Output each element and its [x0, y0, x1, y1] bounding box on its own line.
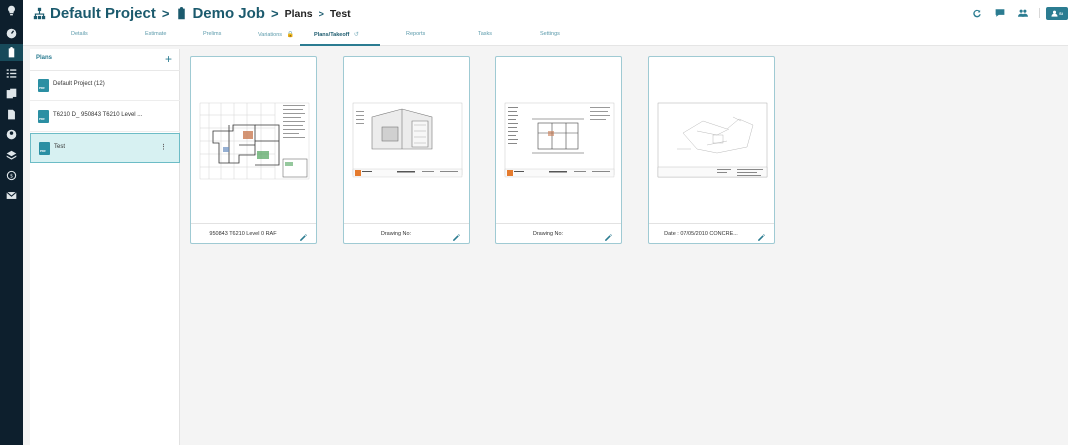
tab-estimate[interactable]: Estimate [145, 31, 166, 37]
header-actions: Si [970, 6, 1068, 20]
edit-pencil-icon[interactable] [299, 229, 308, 241]
sitemap-icon [33, 7, 46, 20]
plan-card-title: Drawing No: [532, 231, 564, 237]
tab-plans-takeoff-label: Plans/Takeoff [314, 32, 350, 38]
plan-card-title: 950843 T6210 Level 0 RAF [209, 231, 277, 237]
plan-card-footer: 950843 T6210 Level 0 RAF [191, 223, 316, 243]
plan-card-footer: Date : 07/05/2010 CONCRE... [649, 223, 774, 243]
mail-icon[interactable] [4, 188, 19, 203]
tab-variations-label: Variations [258, 32, 283, 38]
plan-card[interactable]: 950843 T6210 Level 0 RAF [190, 56, 317, 244]
clipboard-icon[interactable] [0, 44, 23, 61]
plans-panel: Plans + PDF Default Project (12) PDF T62… [30, 49, 180, 445]
checklist-icon[interactable] [4, 66, 19, 81]
left-rail: $ [0, 0, 23, 445]
pdf-badge: PDF [39, 117, 45, 121]
user-menu-button[interactable]: Si [1046, 6, 1068, 20]
app-window: $ Default Project > Demo Job > Plans > T… [0, 0, 1068, 445]
breadcrumb-separator: > [318, 8, 324, 19]
plans-panel-title: Plans [36, 55, 53, 61]
plan-label: T6210 D_ 950843 T6210 Level ... [53, 112, 143, 118]
support-icon[interactable]: $ [4, 168, 19, 183]
pdf-file-icon: PDF [38, 79, 49, 92]
plan-card[interactable]: Drawing No: [495, 56, 622, 244]
active-tab-indicator [300, 44, 380, 46]
tab-settings[interactable]: Settings [540, 31, 560, 37]
plan-thumbnail [504, 101, 615, 181]
documents-icon[interactable] [4, 86, 19, 101]
plan-label: Test [54, 144, 66, 150]
breadcrumb-separator: > [270, 6, 279, 21]
breadcrumb: Default Project > Demo Job > Plans > Tes… [33, 5, 351, 22]
plan-label: Default Project (12) [53, 81, 105, 87]
refresh-icon[interactable] [970, 6, 984, 20]
breadcrumb-separator: > [161, 6, 170, 21]
top-header: Default Project > Demo Job > Plans > Tes… [23, 0, 1068, 46]
tab-tasks[interactable]: Tasks [478, 31, 492, 37]
tab-prelims[interactable]: Prelims [203, 31, 221, 37]
plan-list-item-selected[interactable]: PDF Test ⋮ [30, 133, 180, 163]
breadcrumb-job[interactable]: Demo Job [192, 5, 265, 22]
job-tabs: Details Estimate Prelims Variations 🔒 Pl… [23, 29, 623, 46]
svg-text:$: $ [10, 174, 13, 180]
layers-icon[interactable] [4, 148, 19, 163]
plan-card[interactable]: Drawing No: [343, 56, 470, 244]
breadcrumb-page: Test [329, 7, 351, 20]
add-plan-button[interactable]: + [165, 52, 172, 66]
plans-panel-header: Plans + [30, 49, 180, 71]
header-divider [1039, 8, 1040, 18]
pdf-badge: PDF [40, 149, 46, 153]
plan-list-item[interactable]: PDF T6210 D_ 950843 T6210 Level ... [30, 102, 180, 132]
pdf-file-icon: PDF [39, 142, 50, 155]
dashboard-icon[interactable] [4, 26, 19, 41]
plan-card[interactable]: Date : 07/05/2010 CONCRE... [648, 56, 775, 244]
plan-card-footer: Drawing No: [496, 223, 621, 243]
plan-list-item[interactable]: PDF Default Project (12) [30, 71, 180, 101]
clipboard-icon [175, 7, 188, 20]
user-menu-label: Si [1059, 10, 1063, 16]
plan-thumbnail [657, 101, 768, 181]
chat-icon[interactable] [993, 6, 1007, 20]
plan-thumbnail [199, 101, 310, 181]
more-options-icon[interactable]: ⋮ [160, 143, 167, 151]
plan-card-title: Date : 07/05/2010 CONCRE... [664, 231, 738, 237]
breadcrumb-section[interactable]: Plans [285, 8, 313, 20]
logo-icon[interactable] [4, 3, 19, 18]
user-icon[interactable] [4, 127, 19, 142]
tab-reports[interactable]: Reports [406, 31, 425, 37]
breadcrumb-project[interactable]: Default Project [50, 5, 156, 22]
team-icon[interactable] [1016, 6, 1030, 20]
lock-icon: 🔒 [286, 32, 295, 38]
plan-card-footer: Drawing No: [344, 223, 469, 243]
edit-pencil-icon[interactable] [452, 229, 461, 241]
user-icon [1051, 10, 1058, 17]
tab-variations[interactable]: Variations 🔒 [258, 31, 294, 38]
edit-pencil-icon[interactable] [604, 229, 613, 241]
history-icon: ↺ [353, 32, 359, 38]
edit-pencil-icon[interactable] [757, 229, 766, 241]
tab-plans-takeoff[interactable]: Plans/Takeoff ↺ [314, 31, 359, 38]
plan-thumbnail [352, 101, 463, 181]
pdf-badge: PDF [39, 86, 45, 90]
plan-card-title: Drawing No: [380, 231, 412, 237]
tab-details[interactable]: Details [71, 31, 88, 37]
file-icon[interactable] [4, 107, 19, 122]
pdf-file-icon: PDF [38, 110, 49, 123]
